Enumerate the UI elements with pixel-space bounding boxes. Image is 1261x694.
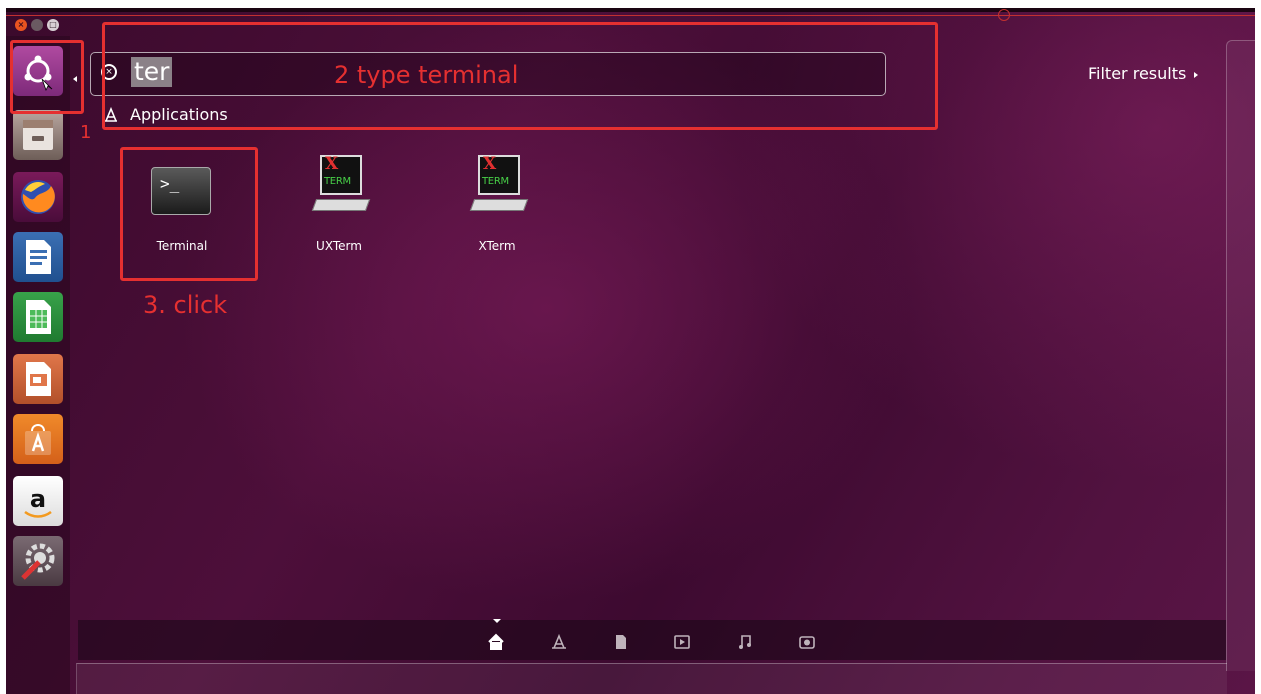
files-icon (23, 120, 53, 150)
xterm-glyph-term: TERM (324, 176, 351, 187)
result-uxterm[interactable]: X TERM UXTerm (274, 153, 404, 263)
svg-text:a: a (30, 485, 46, 513)
launcher-item-impress[interactable] (13, 354, 63, 404)
launcher-item-firefox[interactable] (13, 172, 63, 222)
spreadsheet-icon (26, 300, 51, 334)
launcher-item-amazon[interactable]: a (13, 476, 63, 526)
shopping-bag-icon (25, 424, 51, 455)
annotation-step-2: 2 type terminal (334, 61, 519, 89)
xterm-glyph-x: X (483, 154, 497, 174)
xterm-glyph-x: X (325, 154, 339, 174)
video-lens-icon[interactable] (672, 632, 692, 652)
annotation-box-launcher (10, 40, 84, 114)
chevron-right-icon (1194, 71, 1199, 78)
filter-results-button[interactable]: Filter results (1088, 64, 1199, 83)
launcher-item-writer[interactable] (13, 232, 63, 282)
xterm-icon: X TERM (311, 154, 371, 215)
music-lens-icon[interactable] (735, 632, 755, 652)
result-label: XTerm (478, 239, 516, 253)
home-lens-icon[interactable] (486, 632, 506, 652)
annotation-step-1: 1 (80, 122, 92, 143)
launcher-item-files[interactable] (13, 110, 63, 160)
close-button[interactable]: × (15, 19, 27, 31)
result-label: UXTerm (316, 239, 362, 253)
top-panel (6, 8, 1255, 12)
xterm-icon: X TERM (469, 154, 529, 215)
firefox-icon (21, 180, 55, 214)
annotation-line (6, 15, 1255, 16)
launcher-item-calc[interactable] (13, 292, 63, 342)
presentation-icon (26, 362, 51, 396)
launcher-item-settings[interactable] (13, 536, 63, 586)
amazon-icon: a (24, 485, 52, 518)
launcher-item-software[interactable] (13, 414, 63, 464)
maximize-button[interactable]: □ (47, 19, 59, 31)
applications-lens-icon[interactable] (549, 632, 569, 652)
unity-desktop: × □ a × ter Filter results Applications … (6, 8, 1255, 694)
launcher: a (6, 36, 70, 694)
filter-results-label: Filter results (1088, 64, 1187, 83)
result-xterm[interactable]: X TERM XTerm (432, 153, 562, 263)
photos-lens-icon[interactable] (797, 632, 817, 652)
annotation-marker (998, 9, 1010, 21)
files-lens-icon[interactable] (611, 632, 631, 652)
dash-side-panel (1226, 40, 1255, 671)
settings-icon (21, 543, 55, 580)
xterm-glyph-term: TERM (482, 176, 509, 187)
minimize-button[interactable] (31, 19, 43, 31)
annotation-box-terminal (120, 147, 258, 281)
lens-bar (78, 620, 1226, 660)
dash-bottom-panel (76, 663, 1227, 694)
annotation-box-search (102, 22, 938, 130)
lens-active-indicator-icon (493, 619, 501, 623)
document-icon (26, 240, 51, 274)
annotation-step-3: 3. click (143, 291, 228, 319)
